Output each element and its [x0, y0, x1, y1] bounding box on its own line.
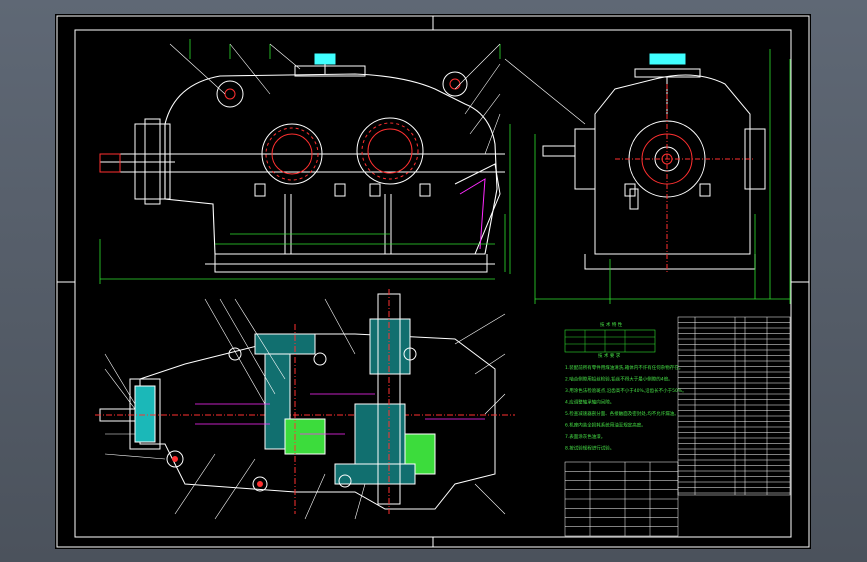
title-block: [564, 461, 679, 537]
tech-requirement-line: 4.应调整轴承轴向间隙。: [565, 399, 614, 406]
tech-requirements-title: 技 术 要 求: [598, 352, 621, 359]
cad-drawing-viewport[interactable]: 技 术 特 性 技 术 要 求 1.装配前所有零件用煤油清洗,箱体内不许有任何杂…: [55, 14, 811, 549]
cad-drawing[interactable]: 技 术 特 性 技 术 要 求 1.装配前所有零件用煤油清洗,箱体内不许有任何杂…: [55, 14, 811, 549]
tech-table-title: 技 术 特 性: [600, 321, 623, 328]
front-view: [99, 39, 511, 284]
tech-requirement-line: 2.啮合侧隙用铅丝检验,铅丝不得大于最小侧隙的4倍。: [565, 376, 673, 383]
section-view: [95, 289, 515, 520]
tech-requirement-line: 5.检查减速器剖分面、各接触面及密封处,均不允许漏油。: [565, 410, 679, 417]
tech-requirement-line: 7.表面涂灰色油漆。: [565, 433, 605, 440]
parts-list: [677, 316, 791, 496]
tech-requirements: 技 术 特 性 技 术 要 求 1.装配前所有零件用煤油清洗,箱体内不许有任何杂…: [564, 321, 687, 452]
side-view: [504, 49, 791, 304]
tech-requirement-line: 3.用涂色法检验斑点,沿齿高不小于40%,沿齿长不小于50%。: [565, 387, 687, 394]
tech-requirement-line: 6.机座内装全损耗系统用油至规定高度。: [565, 422, 646, 429]
tech-requirements-lines: 1.装配前所有零件用煤油清洗,箱体内不许有任何杂物存在。 2.啮合侧隙用铅丝检验,…: [565, 364, 687, 452]
tech-requirement-line: 1.装配前所有零件用煤油清洗,箱体内不许有任何杂物存在。: [565, 364, 683, 371]
tech-requirement-line: 8.按试验规程进行试验。: [565, 445, 614, 452]
